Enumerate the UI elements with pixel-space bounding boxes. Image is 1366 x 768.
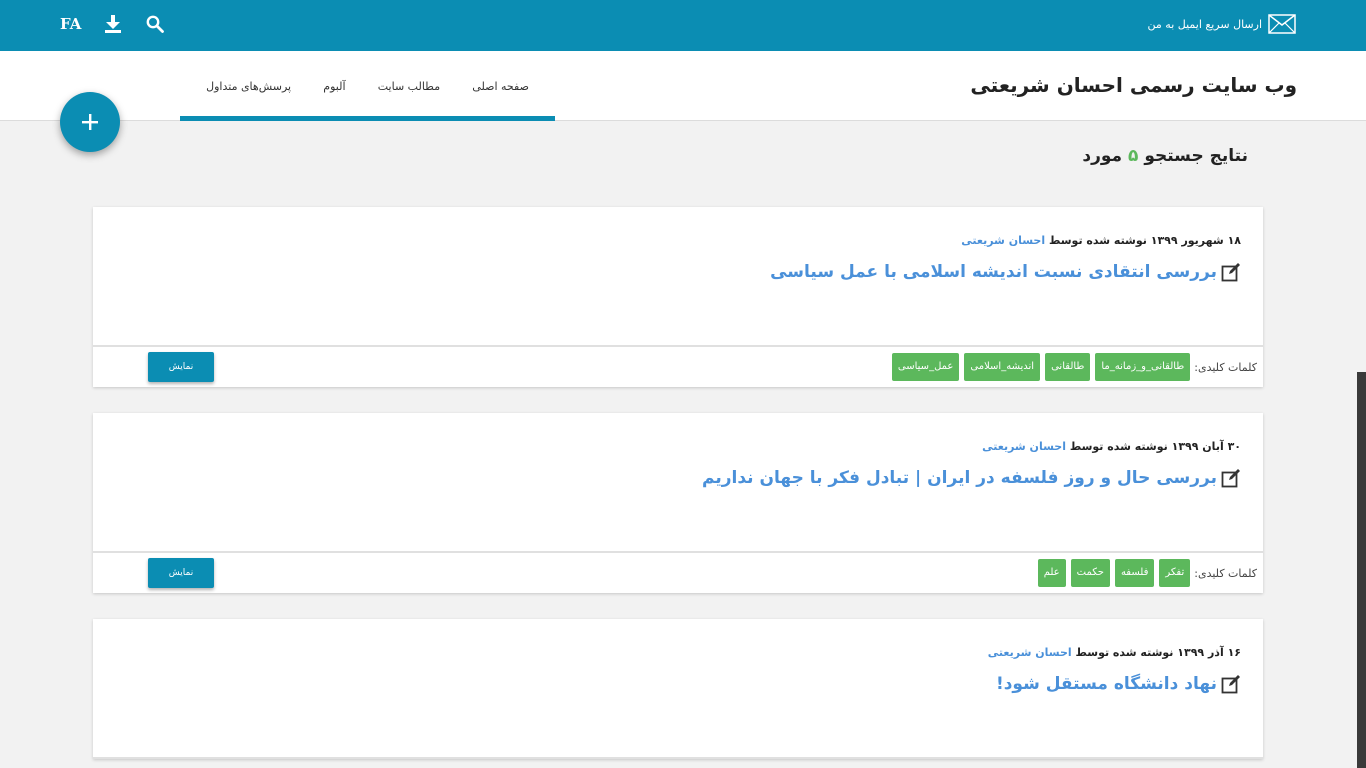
post-meta: ۱۶ آذر ۱۳۹۹ نوشته شده توسط احسان شریعتی (115, 646, 1241, 659)
tag-link[interactable]: حکمت (1070, 559, 1110, 587)
tag-link[interactable]: فلسفه (1114, 559, 1155, 587)
edit-icon (1221, 262, 1241, 282)
results-count: ۵ (1128, 146, 1139, 166)
tag-link[interactable]: عمل_سیاسی (891, 353, 960, 381)
post-date: ۱۸ شهریور ۱۳۹۹ (1150, 234, 1241, 247)
tag-link[interactable]: طالقانی_و_زمانه_ما (1095, 353, 1191, 381)
post-title-row: بررسی حال و روز فلسفه در ایران | تبادل ف… (115, 468, 1241, 488)
post-meta: ۱۸ شهریور ۱۳۹۹ نوشته شده توسط احسان شریع… (115, 234, 1241, 247)
site-header: وب سایت رسمی احسان شریعتی صفحه اصلی مطال… (0, 51, 1366, 121)
post-body: ۳۰ آبان ۱۳۹۹ نوشته شده توسط احسان شریعتی… (93, 413, 1263, 553)
tag-list: تفکر فلسفه حکمت علم (1037, 559, 1191, 587)
tag-link[interactable]: تفکر (1159, 559, 1191, 587)
nav-active-indicator (180, 116, 555, 121)
mail-icon (1268, 14, 1296, 34)
site-title[interactable]: وب سایت رسمی احسان شریعتی (970, 73, 1297, 97)
post-title-row: نهاد دانشگاه مستقل شود! (115, 674, 1241, 694)
post-title-link[interactable]: بررسی حال و روز فلسفه در ایران | تبادل ف… (702, 468, 1217, 488)
tag-list: طالقانی_و_زمانه_ما طالقانی اندیشه_اسلامی… (891, 353, 1191, 381)
post-title-link[interactable]: بررسی انتقادی نسبت اندیشه اسلامی با عمل … (770, 262, 1217, 282)
download-icon[interactable] (103, 13, 123, 35)
post-body: ۱۶ آذر ۱۳۹۹ نوشته شده توسط احسان شریعتی … (93, 619, 1263, 759)
show-button[interactable]: نمایش (148, 352, 214, 382)
nav-home[interactable]: صفحه اصلی (472, 80, 529, 93)
search-icon[interactable] (145, 13, 165, 35)
post-date: ۱۶ آذر ۱۳۹۹ (1177, 646, 1241, 659)
tag-link[interactable]: علم (1037, 559, 1066, 587)
post-title-link[interactable]: نهاد دانشگاه مستقل شود! (996, 674, 1217, 694)
keywords-label: کلمات کلیدی: (1194, 360, 1257, 374)
results-suffix: مورد (1082, 146, 1123, 166)
main-nav: صفحه اصلی مطالب سایت آلبوم پرسش‌های متدا… (180, 51, 555, 121)
quick-email-label: ارسال سریع ایمیل به من (1147, 17, 1262, 31)
keywords-label: کلمات کلیدی: (1194, 566, 1257, 580)
add-button[interactable] (60, 92, 120, 152)
quick-email-link[interactable]: ارسال سریع ایمیل به من (1148, 14, 1296, 34)
post-date: ۳۰ آبان ۱۳۹۹ (1171, 440, 1241, 453)
tag-link[interactable]: اندیشه_اسلامی (964, 353, 1041, 381)
nav-album[interactable]: آلبوم (323, 80, 345, 93)
post-card: ۳۰ آبان ۱۳۹۹ نوشته شده توسط احسان شریعتی… (93, 413, 1263, 593)
post-author-link[interactable]: احسان شریعتی (961, 234, 1045, 247)
plus-icon (82, 114, 98, 130)
post-footer: کلمات کلیدی: تفکر فلسفه حکمت علم نمایش (93, 553, 1263, 593)
post-meta: ۳۰ آبان ۱۳۹۹ نوشته شده توسط احسان شریعتی (115, 440, 1241, 453)
search-results-heading: نتایج جستجو ۵ مورد (1082, 146, 1248, 166)
nav-faq[interactable]: پرسش‌های متداول (206, 80, 291, 93)
post-footer: کلمات کلیدی: طالقانی_و_زمانه_ما طالقانی … (93, 347, 1263, 387)
edit-icon (1221, 674, 1241, 694)
post-card: ۱۶ آذر ۱۳۹۹ نوشته شده توسط احسان شریعتی … (93, 619, 1263, 759)
post-card: ۱۸ شهریور ۱۳۹۹ نوشته شده توسط احسان شریع… (93, 207, 1263, 387)
top-bar: ارسال سریع ایمیل به من FA (0, 0, 1366, 51)
toolbar: FA (60, 13, 165, 35)
tag-link[interactable]: طالقانی (1045, 353, 1091, 381)
post-title-row: بررسی انتقادی نسبت اندیشه اسلامی با عمل … (115, 262, 1241, 282)
post-author-link[interactable]: احسان شریعتی (988, 646, 1072, 659)
show-button[interactable]: نمایش (148, 558, 214, 588)
edit-icon (1221, 468, 1241, 488)
language-switch[interactable]: FA (60, 15, 81, 33)
post-body: ۱۸ شهریور ۱۳۹۹ نوشته شده توسط احسان شریع… (93, 207, 1263, 347)
written-by-label: نوشته شده توسط (1075, 646, 1174, 659)
written-by-label: نوشته شده توسط (1069, 440, 1168, 453)
scrollbar[interactable] (1357, 372, 1366, 768)
written-by-label: نوشته شده توسط (1048, 234, 1147, 247)
results-prefix: نتایج جستجو (1144, 146, 1248, 166)
nav-articles[interactable]: مطالب سایت (378, 80, 440, 93)
post-author-link[interactable]: احسان شریعتی (982, 440, 1066, 453)
